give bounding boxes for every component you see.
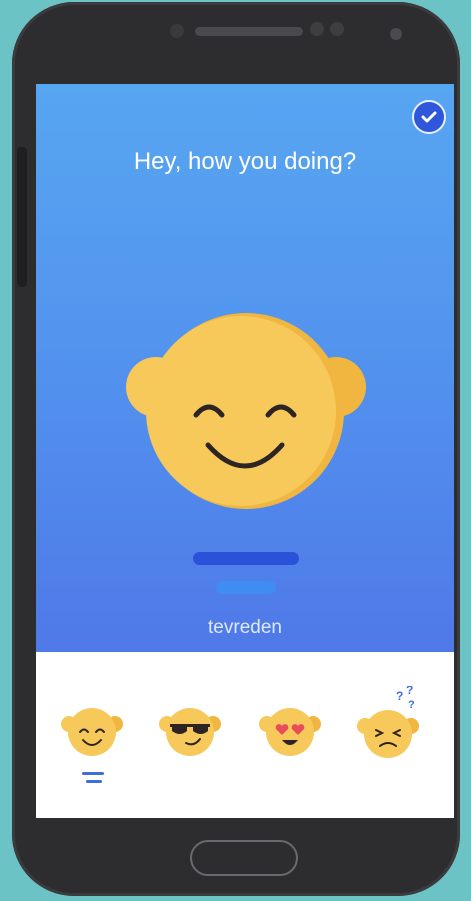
heart-eyes-face-icon[interactable] <box>258 702 322 766</box>
check-icon[interactable] <box>412 100 446 134</box>
mood-hero-panel: Hey, how you doing? tevreden <box>36 84 454 652</box>
mood-label: tevreden <box>208 617 282 638</box>
selected-underline <box>86 780 102 783</box>
smiling-face-large-icon <box>126 313 366 509</box>
mood-picker: ? ? ? <box>36 652 454 818</box>
app-screen: Hey, how you doing? tevreden ? ? ? <box>36 84 454 818</box>
svg-text:?: ? <box>396 689 403 703</box>
sunglasses-face-icon[interactable] <box>158 702 222 766</box>
home-button[interactable] <box>190 840 298 876</box>
mood-indicator-bar <box>193 552 299 565</box>
greeting-text: Hey, how you doing? <box>133 148 357 175</box>
front-sensor <box>170 24 184 38</box>
mood-indicator-bar-secondary <box>216 581 276 594</box>
front-sensor <box>310 22 324 36</box>
smiling-face-icon[interactable] <box>60 702 124 766</box>
front-camera <box>390 28 402 40</box>
svg-text:?: ? <box>406 686 413 697</box>
svg-text:?: ? <box>408 699 415 711</box>
selected-underline <box>82 772 104 775</box>
front-sensor <box>330 22 344 36</box>
side-button <box>17 147 27 287</box>
earpiece-speaker <box>195 27 303 36</box>
confused-face-icon[interactable]: ? ? ? <box>356 686 420 766</box>
